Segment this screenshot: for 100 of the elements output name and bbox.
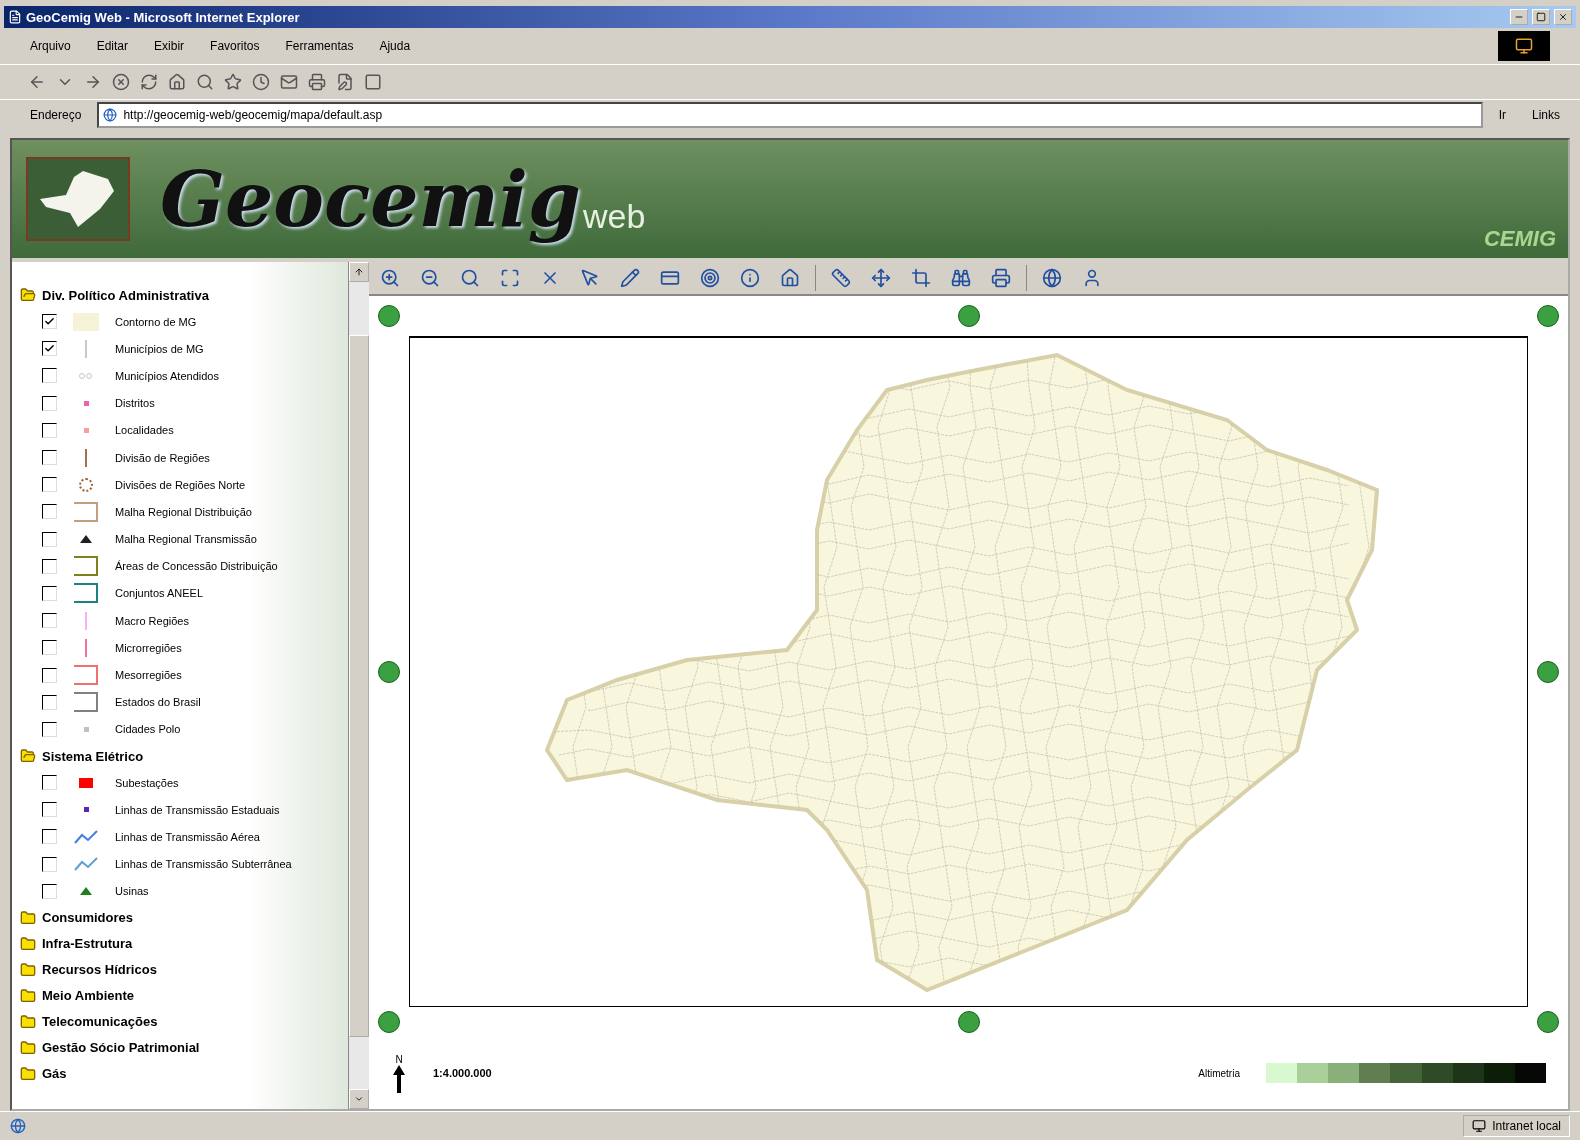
close-button[interactable] bbox=[1554, 9, 1572, 25]
folder-icon[interactable] bbox=[20, 1065, 36, 1082]
layer-checkbox[interactable] bbox=[42, 368, 57, 384]
layer-checkbox[interactable] bbox=[42, 422, 57, 438]
layer-group-label[interactable]: Gestão Sócio Patrimonial bbox=[42, 1040, 200, 1056]
refresh-icon[interactable] bbox=[140, 73, 158, 91]
folder-icon[interactable] bbox=[20, 935, 36, 952]
layer-group-label[interactable]: Div. Político Administrativa bbox=[42, 287, 209, 303]
search-icon[interactable] bbox=[196, 73, 214, 91]
layer-checkbox[interactable] bbox=[42, 667, 57, 683]
mail-icon[interactable] bbox=[280, 73, 298, 91]
layer-label: Municípios Atendidos bbox=[115, 369, 219, 382]
layer-checkbox[interactable] bbox=[42, 802, 57, 818]
up-arrow-icon bbox=[354, 267, 364, 277]
layer-checkbox[interactable] bbox=[42, 531, 57, 547]
home-icon[interactable] bbox=[168, 73, 186, 91]
layer-checkbox[interactable] bbox=[42, 883, 57, 899]
pan-button[interactable] bbox=[957, 305, 980, 327]
links-button[interactable]: Links bbox=[1522, 108, 1570, 122]
browser-icon bbox=[8, 10, 22, 24]
layer-group-label[interactable]: Sistema Elétrico bbox=[42, 748, 144, 764]
open-folder-icon[interactable] bbox=[20, 287, 36, 303]
forward-icon[interactable] bbox=[84, 73, 102, 91]
page-icon bbox=[103, 108, 118, 122]
layer-group-label[interactable]: Telecomunicações bbox=[42, 1014, 158, 1030]
stop-icon[interactable] bbox=[112, 73, 130, 91]
star-icon[interactable] bbox=[224, 73, 242, 91]
layer-label: Divisão de Regiões bbox=[115, 451, 210, 464]
layer-label: Microrregiões bbox=[115, 641, 182, 654]
folder-icon[interactable] bbox=[20, 1013, 36, 1030]
layer-checkbox[interactable] bbox=[42, 640, 57, 656]
layer-group-label[interactable]: Meio Ambiente bbox=[42, 988, 134, 1004]
menu-item[interactable]: Arquivo bbox=[30, 39, 71, 53]
layer-checkbox[interactable] bbox=[42, 477, 57, 493]
layer-checkbox[interactable] bbox=[42, 775, 57, 791]
pan-button[interactable] bbox=[378, 660, 400, 683]
pan-button[interactable] bbox=[957, 1011, 980, 1033]
pan-button[interactable] bbox=[378, 1011, 400, 1033]
layer-checkbox[interactable] bbox=[42, 585, 57, 601]
open-folder-icon[interactable] bbox=[20, 748, 36, 764]
layer-label: Linhas de Transmissão Subterrânea bbox=[115, 858, 292, 871]
address-label: Endereço bbox=[29, 108, 83, 122]
scroll-up-button[interactable] bbox=[349, 262, 369, 282]
edit-icon[interactable] bbox=[336, 73, 354, 91]
menu-item[interactable]: Editar bbox=[96, 39, 129, 53]
printer-icon[interactable] bbox=[308, 73, 326, 91]
layer-checkbox[interactable] bbox=[42, 314, 57, 330]
layer-checkbox[interactable] bbox=[42, 613, 57, 629]
window-title: GeoCemig Web - Microsoft Internet Explorer bbox=[26, 9, 301, 25]
layer-checkbox[interactable] bbox=[42, 856, 57, 872]
pan-button[interactable] bbox=[378, 305, 400, 327]
brand-text: CEMIG bbox=[1483, 226, 1556, 252]
layer-label: Malha Regional Distribuição bbox=[115, 505, 252, 518]
zone-text: Intranet local bbox=[1492, 1119, 1561, 1133]
address-url: http://geocemig-web/geocemig/mapa/default.asp bbox=[123, 108, 383, 122]
pan-button[interactable] bbox=[1537, 660, 1559, 683]
folder-icon[interactable] bbox=[20, 961, 36, 978]
clock-icon[interactable] bbox=[252, 73, 270, 91]
folder-icon[interactable] bbox=[20, 909, 36, 926]
legend-label: Altimetria bbox=[1198, 1067, 1240, 1079]
scroll-thumb[interactable] bbox=[349, 334, 369, 1037]
menu-item[interactable]: Ajuda bbox=[379, 39, 411, 53]
menu-item[interactable]: Favoritos bbox=[210, 39, 260, 53]
layer-checkbox[interactable] bbox=[42, 694, 57, 710]
layer-checkbox[interactable] bbox=[42, 558, 57, 574]
close-icon bbox=[1558, 12, 1568, 22]
layer-checkbox[interactable] bbox=[42, 721, 57, 737]
go-button[interactable]: Ir bbox=[1488, 108, 1516, 122]
layer-group-label[interactable]: Consumidores bbox=[42, 910, 133, 926]
maximize-button[interactable] bbox=[1532, 9, 1550, 25]
layer-checkbox[interactable] bbox=[42, 395, 57, 411]
layer-label: Divisões de Regiões Norte bbox=[115, 478, 246, 491]
layer-group-label[interactable]: Gás bbox=[42, 1066, 67, 1082]
layer-label: Subestações bbox=[115, 776, 179, 789]
layer-label: Usinas bbox=[115, 885, 149, 898]
layer-label: Conjuntos ANEEL bbox=[115, 587, 204, 600]
layer-group-label[interactable]: Infra-Estrutura bbox=[42, 936, 133, 952]
square-icon[interactable] bbox=[364, 73, 382, 91]
pan-button[interactable] bbox=[1537, 305, 1559, 327]
layer-checkbox[interactable] bbox=[42, 829, 57, 845]
menu-item[interactable]: Ferramentas bbox=[285, 39, 354, 53]
layer-checkbox[interactable] bbox=[42, 450, 57, 466]
layer-label: Municípios de MG bbox=[115, 342, 204, 355]
layer-label: Macro Regiões bbox=[115, 614, 189, 627]
menu-item[interactable]: Exibir bbox=[154, 39, 185, 53]
address-field[interactable]: http://geocemig-web/geocemig/mapa/default.asp bbox=[97, 102, 1483, 128]
layer-label: Mesorregiões bbox=[115, 669, 182, 682]
folder-icon[interactable] bbox=[20, 987, 36, 1004]
minimize-button[interactable] bbox=[1510, 9, 1528, 25]
folder-icon[interactable] bbox=[20, 1039, 36, 1056]
layer-label: Cidades Polo bbox=[115, 723, 181, 736]
intranet-icon bbox=[1472, 1119, 1487, 1133]
pan-button[interactable] bbox=[1537, 1011, 1559, 1033]
layer-group-label[interactable]: Recursos Hídricos bbox=[42, 962, 157, 978]
layer-checkbox[interactable] bbox=[42, 341, 57, 357]
layer-label: Estados do Brasil bbox=[115, 696, 201, 709]
back-icon[interactable] bbox=[28, 73, 46, 91]
layer-label: Áreas de Concessão Distribuição bbox=[115, 560, 278, 573]
maximize-icon bbox=[1536, 12, 1546, 22]
layer-checkbox[interactable] bbox=[42, 504, 57, 520]
